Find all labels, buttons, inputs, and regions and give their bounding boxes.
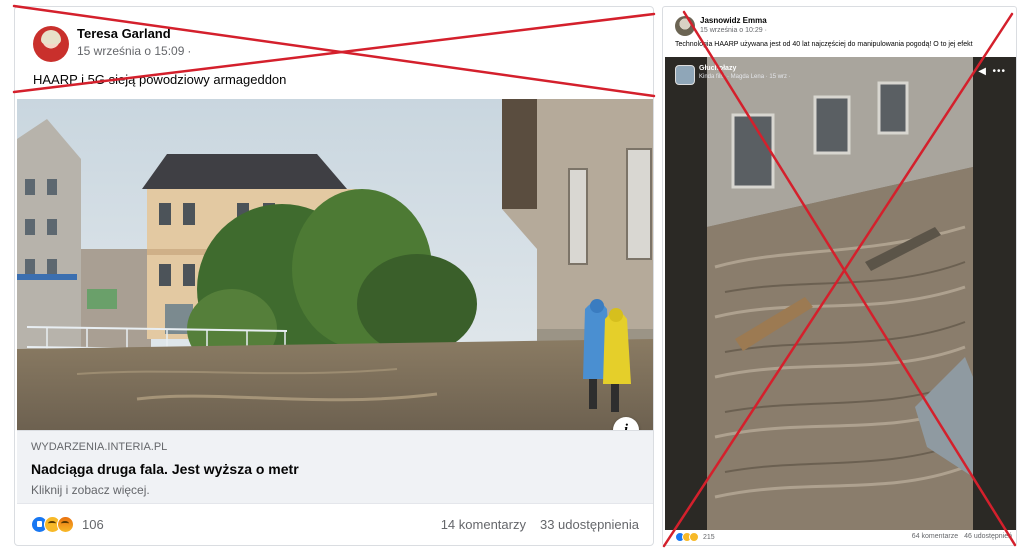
post-text: Technologia HAARP używana jest od 40 lat… (675, 41, 973, 48)
shares-count[interactable]: 33 udostępnienia (540, 517, 639, 532)
engagement-counts: 14 komentarzy 33 udostępnienia (441, 517, 639, 532)
post-timestamp[interactable]: 15 września o 15:09 (77, 44, 184, 58)
video-player[interactable]: Głuchołazy Kinda film · Magda Lena · 15 … (665, 57, 1016, 530)
link-subtitle: Kliknij i zobacz więcej. (31, 483, 150, 497)
author-avatar[interactable] (675, 16, 695, 36)
link-preview-image[interactable] (17, 99, 653, 430)
comments-count[interactable]: 14 komentarzy (441, 517, 526, 532)
link-domain: WYDARZENIA.INTERIA.PL (31, 441, 168, 453)
post-stats-bar: 215 64 komentarze 46 udostępnień (665, 530, 1016, 545)
flood-video-frame (665, 57, 1016, 530)
shares-count[interactable]: 46 udostępnień (964, 533, 1012, 540)
reactions-summary[interactable]: 215 (675, 532, 715, 542)
speaker-icon[interactable]: ◀ (978, 66, 986, 77)
wow-reaction-icon (689, 532, 699, 542)
link-title[interactable]: Nadciąga druga fala. Jest wyższa o metr (31, 461, 299, 477)
reaction-count: 215 (703, 533, 715, 541)
reaction-count: 106 (82, 517, 104, 532)
facebook-post-right: Jasnowidz Emma 15 września o 10:29 · Tec… (662, 6, 1017, 546)
page-avatar[interactable] (675, 65, 695, 85)
post-timestamp[interactable]: 15 września o 10:29 · (700, 27, 767, 34)
author-name[interactable]: Jasnowidz Emma (700, 16, 767, 25)
comments-count[interactable]: 64 komentarze (912, 533, 958, 540)
post-meta: 15 września o 15:09 · (77, 44, 191, 58)
facebook-post-left: Teresa Garland 15 września o 15:09 · HAA… (14, 6, 654, 546)
author-avatar[interactable] (33, 26, 69, 62)
engagement-counts: 64 komentarze 46 udostępnień (912, 533, 1012, 540)
post-text: HAARP i 5G sieją powodziowy armageddon (33, 72, 287, 87)
link-card[interactable]: WYDARZENIA.INTERIA.PL Nadciąga druga fal… (17, 430, 653, 503)
video-page-name[interactable]: Głuchołazy (699, 65, 736, 72)
angry-reaction-icon (57, 516, 74, 533)
author-name[interactable]: Teresa Garland (77, 26, 171, 41)
more-dots-icon[interactable]: ••• (992, 66, 1006, 77)
flood-street-photo (17, 99, 653, 430)
post-stats-bar: 106 14 komentarzy 33 udostępnienia (17, 503, 653, 545)
meta-separator: · (187, 44, 192, 58)
reactions-summary[interactable]: 106 (31, 516, 104, 533)
video-page-meta: Kinda film · Magda Lena · 15 wrz · (699, 74, 791, 80)
